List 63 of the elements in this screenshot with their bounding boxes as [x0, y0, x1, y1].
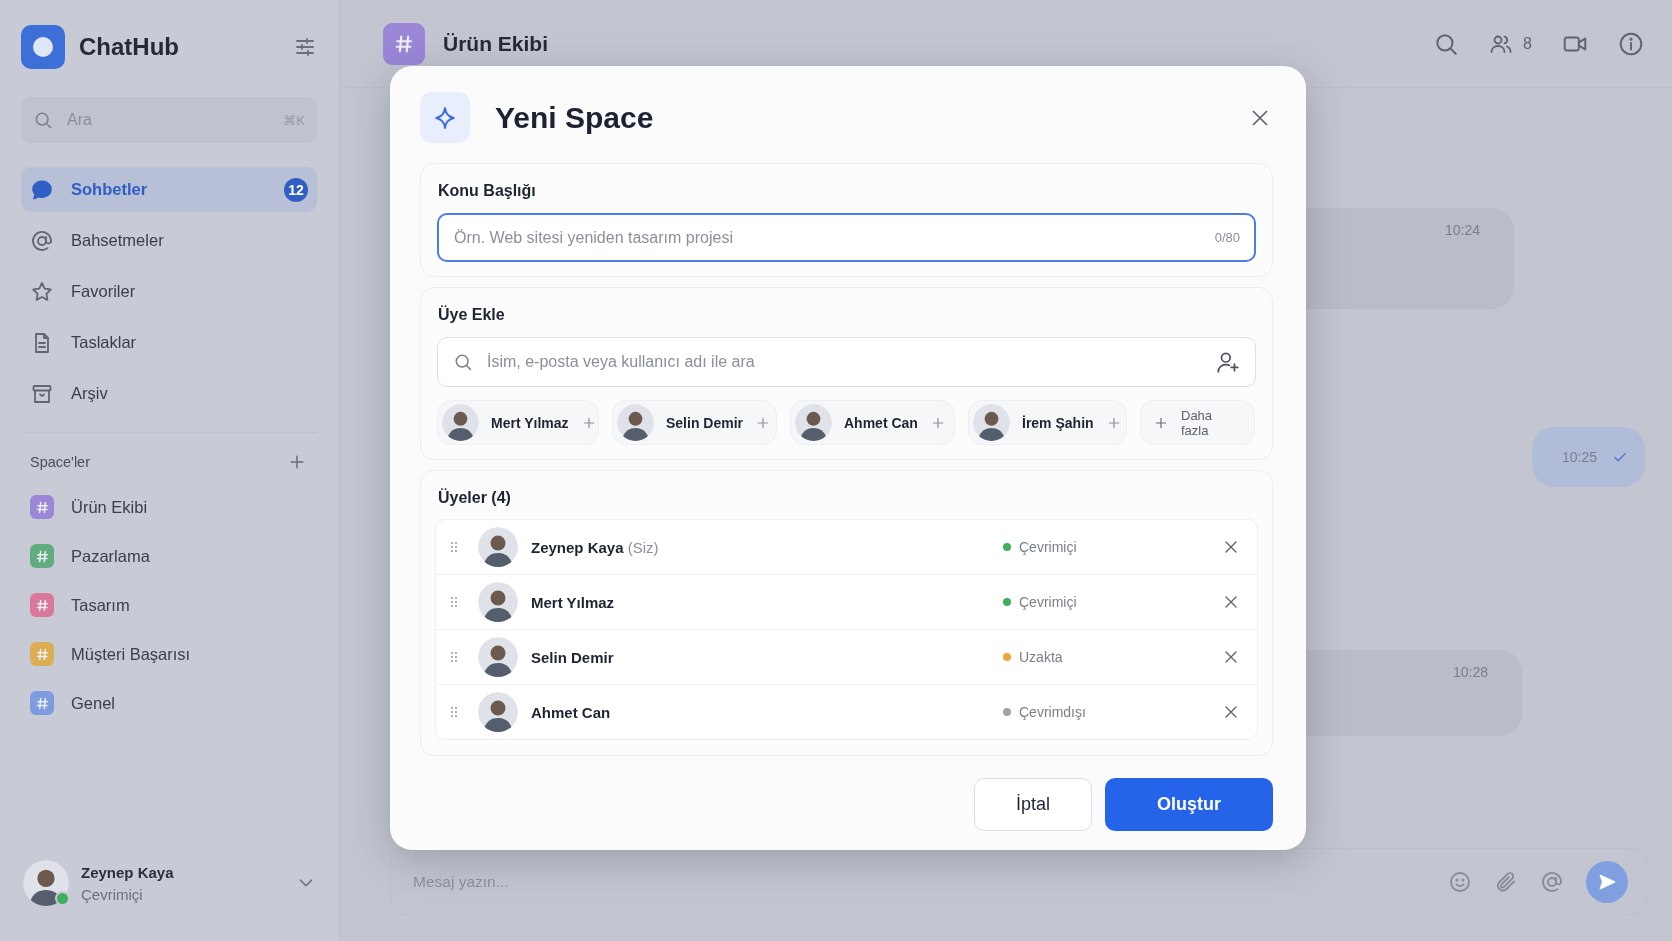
section-heading: Space'ler [30, 454, 90, 470]
at-sign-icon [30, 228, 54, 253]
avatar [442, 404, 479, 441]
message-time: 10:28 [1452, 664, 1488, 682]
nav-item[interactable]: Favoriler [21, 269, 317, 314]
star-icon [30, 279, 54, 304]
avatar [23, 860, 69, 906]
nav-item[interactable]: Bahsetmeler [21, 218, 317, 263]
avatar [478, 637, 518, 677]
members-button[interactable]: 8 [1489, 31, 1532, 56]
hash-icon [383, 22, 425, 65]
field-label: Üye Ekle [437, 304, 506, 325]
member-name: Ahmet Can [531, 703, 612, 721]
create-button[interactable]: Oluştur [1105, 778, 1273, 831]
member-name: Selin Demir [531, 648, 615, 666]
user-status: Çevrimiçi [81, 885, 144, 903]
message-time: 10:25 [1561, 449, 1597, 465]
filter-icon[interactable] [293, 35, 317, 59]
member-name: Mert Yılmaz [531, 593, 616, 611]
message-time: 10:24 [1444, 222, 1480, 240]
avatar [478, 527, 518, 567]
space-item[interactable]: Tasarım [21, 585, 317, 625]
status-text: Çevrimdışı [1019, 704, 1086, 720]
dialog-title: Yeni Space [495, 100, 655, 135]
avatar [795, 404, 832, 441]
field-label: Konu Başlığı [437, 181, 537, 201]
avatar [478, 582, 518, 622]
info-icon[interactable] [1618, 30, 1644, 57]
more-button[interactable]: Daha fazla [1140, 400, 1255, 445]
nav-item[interactable]: Arşiv [21, 371, 317, 416]
status-text: Çevrimiçi [1019, 539, 1077, 555]
space-item[interactable]: Ürün Ekibi [21, 487, 317, 527]
space-item[interactable]: Genel [21, 683, 317, 723]
character-counter: 0/80 [1214, 230, 1240, 245]
member-suggestion[interactable]: Mert Yılmaz [437, 400, 599, 445]
nav-item[interactable]: Sohbetler 12 [21, 167, 317, 212]
paperclip-icon[interactable] [1494, 869, 1518, 894]
emoji-icon[interactable] [1448, 869, 1472, 894]
user-name: Zeynep Kaya [81, 863, 175, 881]
avatar [478, 692, 518, 732]
member-suggestion[interactable]: Ahmet Can [790, 400, 955, 445]
space-item[interactable]: Pazarlama [21, 536, 317, 576]
sparkle-icon [420, 92, 470, 143]
avatar [973, 404, 1010, 441]
member-suggestion[interactable]: Selin Demir [612, 400, 777, 445]
status-text: Çevrimiçi [1019, 594, 1077, 610]
app-name: ChatHub [79, 33, 180, 61]
app-logo [21, 25, 65, 69]
search-icon [453, 352, 473, 372]
count-badge: 12 [284, 177, 308, 202]
send-button[interactable] [1586, 860, 1628, 903]
space-item[interactable]: Müşteri Başarısı [21, 634, 317, 674]
avatar [617, 404, 654, 441]
channel-title: Ürün Ekibi [443, 31, 549, 56]
cancel-button[interactable]: İptal [974, 778, 1092, 831]
search-icon [33, 110, 53, 130]
at-sign-icon[interactable] [1540, 869, 1564, 894]
field-label: Üyeler (4) [437, 487, 512, 508]
nav-item[interactable]: Taslaklar [21, 320, 317, 365]
status-text: Uzakta [1019, 649, 1063, 665]
member-name: Zeynep Kaya (Siz) [531, 538, 660, 556]
member-suggestion[interactable]: İrem Şahin [968, 400, 1127, 445]
input-field[interactable]: Örn. Web sitesi yeniden tasarım projesi 0/80 [437, 213, 1256, 262]
